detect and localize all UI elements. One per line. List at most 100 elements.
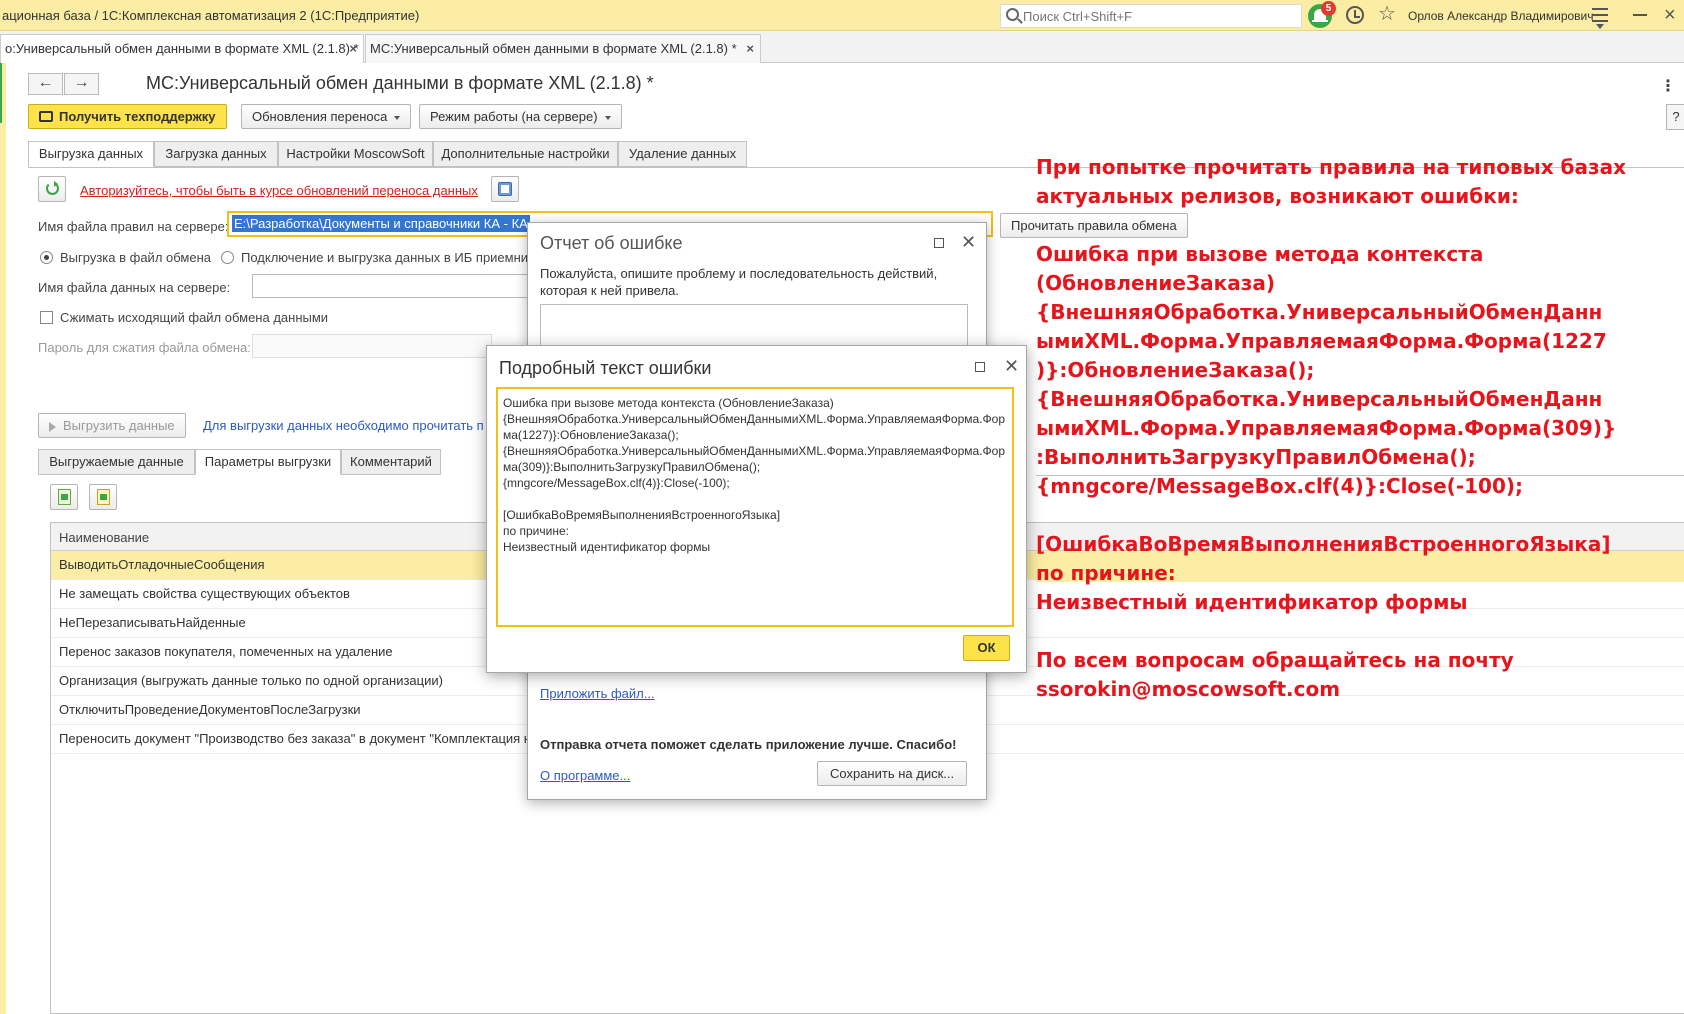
annotation-line: по причине: [1036,561,1176,585]
database-icon [498,182,512,196]
app-titlebar: ационная база / 1С:Комплексная автоматиз… [0,0,1684,31]
save-to-disk-button[interactable]: Сохранить на диск... [817,761,968,786]
annotation-line: )}:ОбновлениеЗаказа(); [1036,358,1315,382]
column-name-header: Наименование [59,530,150,545]
tab-extra-settings[interactable]: Дополнительные настройки [433,141,618,167]
radio-export-file-label: Выгрузка в файл обмена [60,250,211,265]
window-close-icon[interactable]: × [1664,5,1676,25]
password-label: Пароль для сжатия файла обмена: [38,340,251,355]
radio-connect[interactable] [221,251,234,264]
get-support-label: Получить техподдержку [59,109,216,124]
annotation-line: актуальных релизов, возникают ошибки: [1036,184,1519,208]
annotation-line: {mngcore/MessageBox.clf(4)}:Close(-100); [1036,474,1524,498]
doc-tab-1[interactable]: о:Универсальный обмен данными в формате … [0,34,364,63]
error-detail-dialog: Подробный текст ошибки ✕ Ошибка при вызо… [486,345,1027,673]
add-param-button[interactable] [50,484,78,510]
error-detail-title: Подробный текст ошибки [499,358,712,378]
close-icon[interactable]: ✕ [1004,357,1019,375]
forward-button[interactable]: → [64,73,99,95]
annotation-line: Неизвестный идентификатор формы [1036,590,1468,614]
doc-tab-label: о:Универсальный обмен данными в формате … [5,41,359,56]
back-button[interactable]: ← [28,73,63,95]
get-support-button[interactable]: Получить техподдержку [28,104,227,129]
tab-export[interactable]: Выгрузка данных [28,141,154,167]
search-input[interactable] [1023,7,1298,25]
search-icon [1006,8,1019,21]
app-title: ационная база / 1С:Комплексная автоматиз… [2,8,420,23]
password-input[interactable] [252,334,492,358]
edit-document-icon [97,489,110,505]
notifications-badge: 5 [1321,1,1336,16]
error-detail-text[interactable]: Ошибка при вызове метода контекста (Обно… [496,387,1014,627]
annotation-line: :ВыполнитьЗагрузкуПравилОбмена(); [1036,445,1476,469]
minimize-icon[interactable] [1633,14,1647,16]
doc-tab-label: МС:Универсальный обмен данными в формате… [370,41,737,56]
help-button[interactable]: ? [1666,104,1684,130]
compress-checkbox[interactable] [40,311,53,324]
maximize-icon[interactable] [975,362,985,372]
close-icon[interactable]: ✕ [961,233,976,251]
updates-dropdown-button[interactable]: Обновления переноса [241,104,412,129]
annotation-line: ssorokin@moscowsoft.com [1036,677,1341,701]
chevron-down-icon [394,115,401,120]
main-menu-icon[interactable] [1592,8,1608,29]
annotation-line: (ОбновлениеЗаказа) [1036,271,1275,295]
doc-tab-close-icon[interactable]: × [746,35,754,62]
about-link[interactable]: О программе... [540,768,630,783]
export-data-button[interactable]: Выгрузить данные [38,413,186,438]
mode-dropdown-button[interactable]: Режим работы (на сервере) [419,104,622,129]
more-actions-icon[interactable]: ⋮ [1660,76,1676,96]
left-panel-marker [0,63,2,123]
annotation-line: [ОшибкаВоВремяВыполненияВстроенногоЯзыка… [1036,532,1611,556]
auth-link[interactable]: Авторизуйтесь, чтобы быть в курсе обновл… [80,183,478,198]
data-file-input[interactable] [252,274,532,298]
subtab-export-params[interactable]: Параметры выгрузки [195,449,341,475]
subtab-comment[interactable]: Комментарий [341,449,441,475]
tab-delete-data[interactable]: Удаление данных [618,141,747,167]
doc-tab-2[interactable]: МС:Универсальный обмен данными в формате… [365,34,761,63]
refresh-button[interactable] [38,176,66,202]
annotation-line: ымиXML.Форма.УправляемаяФорма.Форма(1227 [1036,329,1607,353]
updates-label: Обновления переноса [252,109,388,124]
chevron-down-icon [604,115,611,120]
compress-label: Сжимать исходящий файл обмена данными [60,310,329,325]
annotation-line: {ВнешняяОбработка.УниверсальныйОбменДанн [1036,387,1603,411]
annotation-line: По всем вопросам обращайтесь на почту [1036,648,1514,672]
annotation-line: При попытке прочитать правила на типовых… [1036,155,1627,179]
global-search[interactable] [1000,4,1302,28]
export-data-label: Выгрузить данные [63,418,175,433]
left-panel-strip [0,63,6,1014]
maximize-icon[interactable] [934,238,944,248]
doc-tab-close-icon[interactable]: × [349,35,357,62]
attach-file-link[interactable]: Приложить файл... [540,686,655,701]
error-report-title: Отчет об ошибке [540,233,683,253]
document-tabs: о:Универсальный обмен данными в формате … [0,31,1684,63]
annotation-line: Ошибка при вызове метода контекста [1036,242,1484,266]
edit-param-button[interactable] [89,484,117,510]
export-hint: Для выгрузки данных необходимо прочитать… [203,418,484,433]
favorites-star-icon[interactable]: ☆ [1378,3,1396,25]
thanks-text: Отправка отчета поможет сделать приложен… [540,737,957,752]
rules-file-value: E:\Разработка\Документы и справочники КА… [232,215,530,232]
form-title: МС:Универсальный обмен данными в формате… [146,73,654,93]
history-icon[interactable] [1346,6,1364,24]
ok-button[interactable]: ОК [963,635,1010,661]
tab-moscowsoft-settings[interactable]: Настройки MoscowSoft [278,141,433,167]
rules-file-label: Имя файла правил на сервере: [38,219,229,234]
chat-icon [39,111,53,123]
play-icon [49,421,56,432]
refresh-icon [46,181,59,195]
error-report-description: Пожалуйста, опишите проблему и последова… [540,266,938,298]
data-file-label: Имя файла данных на сервере: [38,280,231,295]
tab-import[interactable]: Загрузка данных [154,141,278,167]
radio-export-file[interactable] [40,251,53,264]
db-settings-button[interactable] [491,176,519,202]
mode-label: Режим работы (на сервере) [430,109,598,124]
subtab-exported-data[interactable]: Выгружаемые данные [38,449,195,475]
read-rules-button[interactable]: Прочитать правила обмена [1000,213,1188,238]
add-document-icon [58,489,71,505]
radio-connect-label: Подключение и выгрузка данных в ИБ прием… [241,250,529,265]
annotation-line: {ВнешняяОбработка.УниверсальныйОбменДанн [1036,300,1603,324]
user-name[interactable]: Орлов Александр Владимирович [1408,9,1594,23]
annotation-line: ымиXML.Форма.УправляемаяФорма.Форма(309)… [1036,416,1617,440]
